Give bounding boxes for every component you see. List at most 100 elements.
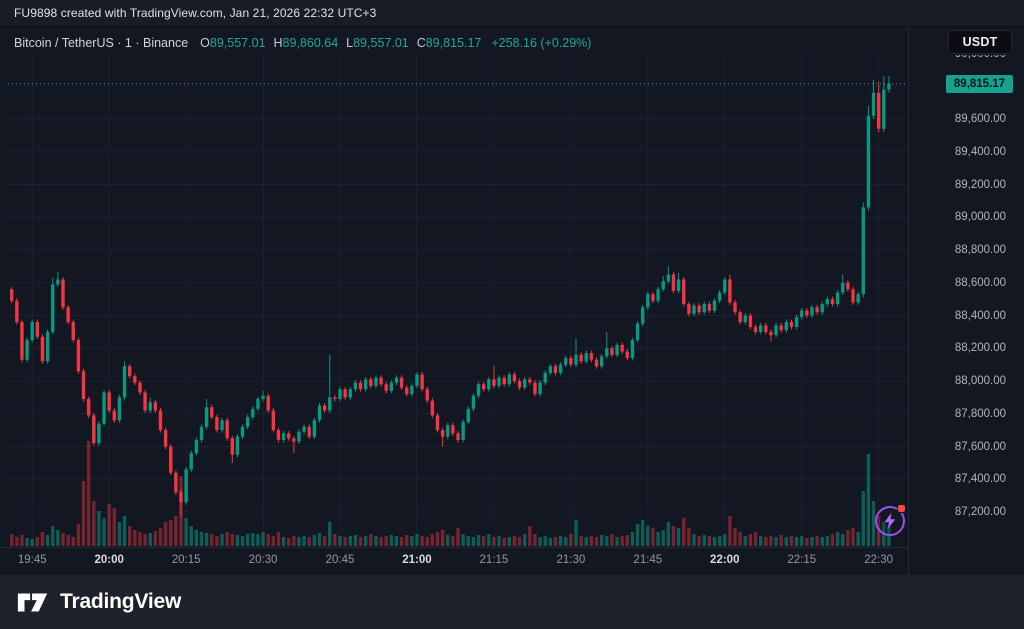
candlestick-plot[interactable]: [0, 27, 908, 575]
candle: [451, 425, 454, 433]
volume-bar: [646, 526, 649, 546]
high-value: 89,860.64: [283, 36, 339, 50]
volume-bar: [174, 516, 177, 546]
volume-bar: [277, 532, 280, 546]
volume-bar: [559, 536, 562, 546]
candle: [302, 427, 305, 432]
candle: [123, 366, 126, 397]
volume-bar: [492, 537, 495, 546]
time-axis[interactable]: 19:4520:0020:1520:3020:4521:0021:1521:30…: [0, 547, 908, 575]
candle: [487, 379, 490, 389]
volume-bar: [236, 535, 239, 546]
currency-button[interactable]: USDT: [948, 30, 1012, 54]
volume-bar: [154, 531, 157, 546]
candle: [272, 410, 275, 430]
candle: [774, 325, 777, 335]
candle: [810, 307, 813, 315]
candle: [518, 381, 521, 388]
candle: [241, 427, 244, 437]
candle: [292, 438, 295, 441]
candle: [441, 430, 444, 437]
volume-bar: [379, 537, 382, 546]
volume-bar: [410, 536, 413, 546]
volume-bar: [631, 532, 634, 546]
volume-bar: [133, 530, 136, 546]
volume-bar: [400, 537, 403, 546]
candle: [523, 379, 526, 387]
volume-bar: [780, 535, 783, 546]
volume-bar: [215, 536, 218, 546]
candle: [261, 396, 264, 399]
candle: [646, 294, 649, 307]
volume-bar: [656, 532, 659, 546]
volume-bar: [420, 536, 423, 546]
candle: [133, 376, 136, 383]
volume-bar: [25, 538, 28, 546]
volume-bar: [482, 536, 485, 546]
candle: [225, 420, 228, 438]
candle: [733, 302, 736, 312]
price-axis[interactable]: 90,000.0089,800.0089,600.0089,400.0089,2…: [908, 27, 1024, 575]
volume-bar: [128, 526, 131, 546]
chart-region: Bitcoin / TetherUS · 1 · Binance O 89,55…: [0, 27, 1024, 575]
volume-bar: [441, 530, 444, 546]
candle: [164, 430, 167, 446]
volume-bar: [615, 537, 618, 546]
candle: [195, 440, 198, 453]
volume-bar: [113, 508, 116, 546]
price-tick-label: 88,800.00: [916, 242, 1006, 258]
volume-bar: [369, 534, 372, 546]
quick-trade-button[interactable]: [875, 506, 905, 536]
candle: [179, 492, 182, 502]
candle: [318, 406, 321, 421]
candle: [754, 327, 757, 332]
candle: [790, 322, 793, 327]
attribution-text: FU9898 created with TradingView.com, Jan…: [0, 6, 376, 20]
candle: [313, 420, 316, 436]
candle: [549, 366, 552, 373]
candle: [626, 352, 629, 359]
volume-bar: [349, 536, 352, 546]
volume-bar: [620, 536, 623, 546]
volume-bar: [46, 535, 49, 546]
candle: [497, 378, 500, 386]
candle: [836, 293, 839, 304]
candle: [210, 407, 213, 417]
volume-bar: [585, 537, 588, 546]
volume-bar: [826, 536, 829, 546]
candle: [554, 366, 557, 373]
candle: [564, 358, 567, 365]
volume-bar: [451, 536, 454, 546]
candle: [780, 325, 783, 330]
candle: [636, 324, 639, 340]
candle: [631, 340, 634, 358]
low-value: 89,557.01: [353, 36, 409, 50]
candle: [20, 322, 23, 360]
candle: [697, 306, 700, 313]
candle: [662, 281, 665, 289]
candle: [692, 306, 695, 314]
candle: [513, 374, 516, 381]
candle: [77, 340, 80, 371]
volume-bar: [579, 536, 582, 546]
volume-bar: [682, 518, 685, 546]
volume-bar: [246, 534, 249, 546]
price-tick-label: 89,000.00: [916, 209, 1006, 225]
price-tick-label: 89,200.00: [916, 177, 1006, 193]
volume-bar: [51, 526, 54, 546]
candle: [66, 307, 69, 322]
symbol-legend[interactable]: Bitcoin / TetherUS · 1 · Binance O 89,55…: [14, 34, 591, 52]
volume-bar: [487, 534, 490, 546]
volume-bar: [836, 532, 839, 546]
volume-bar: [82, 481, 85, 546]
time-tick-label: 21:00: [402, 554, 431, 566]
high-label: H: [274, 36, 283, 50]
candle: [36, 322, 39, 337]
tradingview-logo[interactable]: TradingView: [0, 588, 181, 616]
candle: [72, 322, 75, 340]
volume-bar: [718, 536, 721, 546]
volume-bar: [713, 537, 716, 546]
candle: [282, 433, 285, 440]
candle: [749, 316, 752, 327]
candle: [672, 275, 675, 291]
